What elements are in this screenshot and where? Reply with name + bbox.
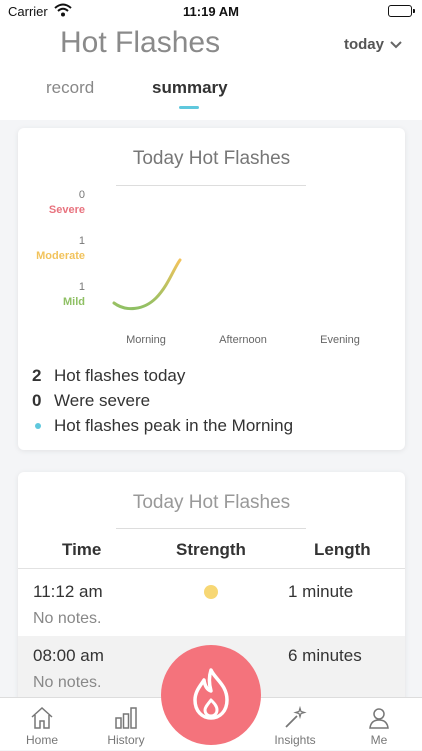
series-line bbox=[112, 258, 182, 311]
hot-flash-chart: 0 Severe 1 Moderate 1 Mild Morning Afternoon Eve… bbox=[36, 189, 360, 346]
home-icon bbox=[31, 706, 53, 729]
row-notes: No notes. bbox=[33, 610, 102, 627]
column-header-length: Length bbox=[314, 540, 371, 559]
magic-wand-icon bbox=[285, 706, 307, 728]
divider bbox=[116, 528, 306, 529]
tab-label: Insights bbox=[274, 733, 316, 747]
row-time: 11:12 am bbox=[33, 582, 103, 601]
bar-chart-icon bbox=[115, 707, 137, 729]
x-axis-tick-label: Morning bbox=[126, 334, 166, 346]
battery-icon bbox=[388, 5, 415, 17]
chevron-down-icon bbox=[390, 36, 402, 53]
active-tab-indicator bbox=[179, 106, 199, 109]
status-bar: Carrier 11:19 AM bbox=[0, 0, 422, 24]
row-notes: No notes. bbox=[33, 674, 102, 691]
tab-me[interactable]: Me bbox=[337, 698, 421, 751]
tab-insights[interactable]: Insights bbox=[253, 698, 337, 751]
range-value: today bbox=[343, 36, 384, 53]
person-icon bbox=[369, 708, 389, 729]
stat-row: 2 Hot flashes today bbox=[32, 366, 392, 390]
row-length: 1 minute bbox=[288, 582, 354, 601]
summary-card-title: Today Hot Flashes bbox=[132, 148, 291, 169]
severity-axis-label: Moderate bbox=[36, 250, 85, 262]
table-row[interactable]: 11:12 am No notes. 1 minute bbox=[18, 572, 405, 636]
severity-axis-label: Mild bbox=[63, 296, 85, 308]
tab-label: Me bbox=[370, 733, 388, 747]
tab-history[interactable]: History bbox=[84, 698, 168, 751]
strength-dot bbox=[204, 585, 218, 599]
tab-label: Home bbox=[25, 733, 58, 747]
page-title: Hot Flashes bbox=[60, 26, 221, 59]
severity-count-label: 1 bbox=[79, 281, 85, 293]
status-time: 11:19 AM bbox=[183, 4, 239, 19]
tab-record[interactable]: record bbox=[46, 78, 94, 98]
stat-value: 0 bbox=[32, 391, 42, 410]
record-hot-flash-button[interactable] bbox=[161, 645, 261, 745]
stat-label: Were severe bbox=[54, 391, 151, 410]
divider bbox=[116, 185, 306, 186]
severity-axis-label: Severe bbox=[49, 204, 85, 216]
x-axis-tick-label: Afternoon bbox=[219, 334, 267, 346]
table-header: Time Strength Length bbox=[18, 540, 405, 568]
x-axis-tick-label: Evening bbox=[320, 334, 360, 346]
divider bbox=[18, 568, 405, 569]
stat-row: 0 Were severe bbox=[32, 391, 392, 415]
tab-summary[interactable]: summary bbox=[152, 78, 228, 98]
detail-card-title: Today Hot Flashes bbox=[132, 492, 291, 513]
flame-icon bbox=[193, 668, 229, 720]
tab-switcher: record summary bbox=[0, 76, 422, 116]
stat-row: Hot flashes peak in the Morning bbox=[32, 416, 392, 440]
bullet-dot-icon bbox=[35, 423, 41, 429]
summary-card: Today Hot Flashes 0 Severe 1 Moderate 1 Mild M… bbox=[18, 128, 405, 450]
tab-label: History bbox=[107, 733, 145, 747]
row-time: 08:00 am bbox=[33, 646, 104, 665]
column-header-strength: Strength bbox=[176, 540, 246, 559]
range-dropdown[interactable]: today bbox=[344, 36, 402, 53]
severity-count-label: 1 bbox=[79, 235, 85, 247]
header: Hot Flashes today record summary bbox=[0, 24, 422, 120]
severity-count-label: 0 bbox=[79, 189, 85, 201]
column-header-time: Time bbox=[62, 540, 102, 559]
stat-label: Hot flashes today bbox=[54, 366, 186, 385]
stat-value: 2 bbox=[32, 366, 42, 385]
stat-label: Hot flashes peak in the Morning bbox=[54, 416, 294, 435]
row-length: 6 minutes bbox=[288, 646, 362, 665]
tab-home[interactable]: Home bbox=[0, 698, 84, 751]
